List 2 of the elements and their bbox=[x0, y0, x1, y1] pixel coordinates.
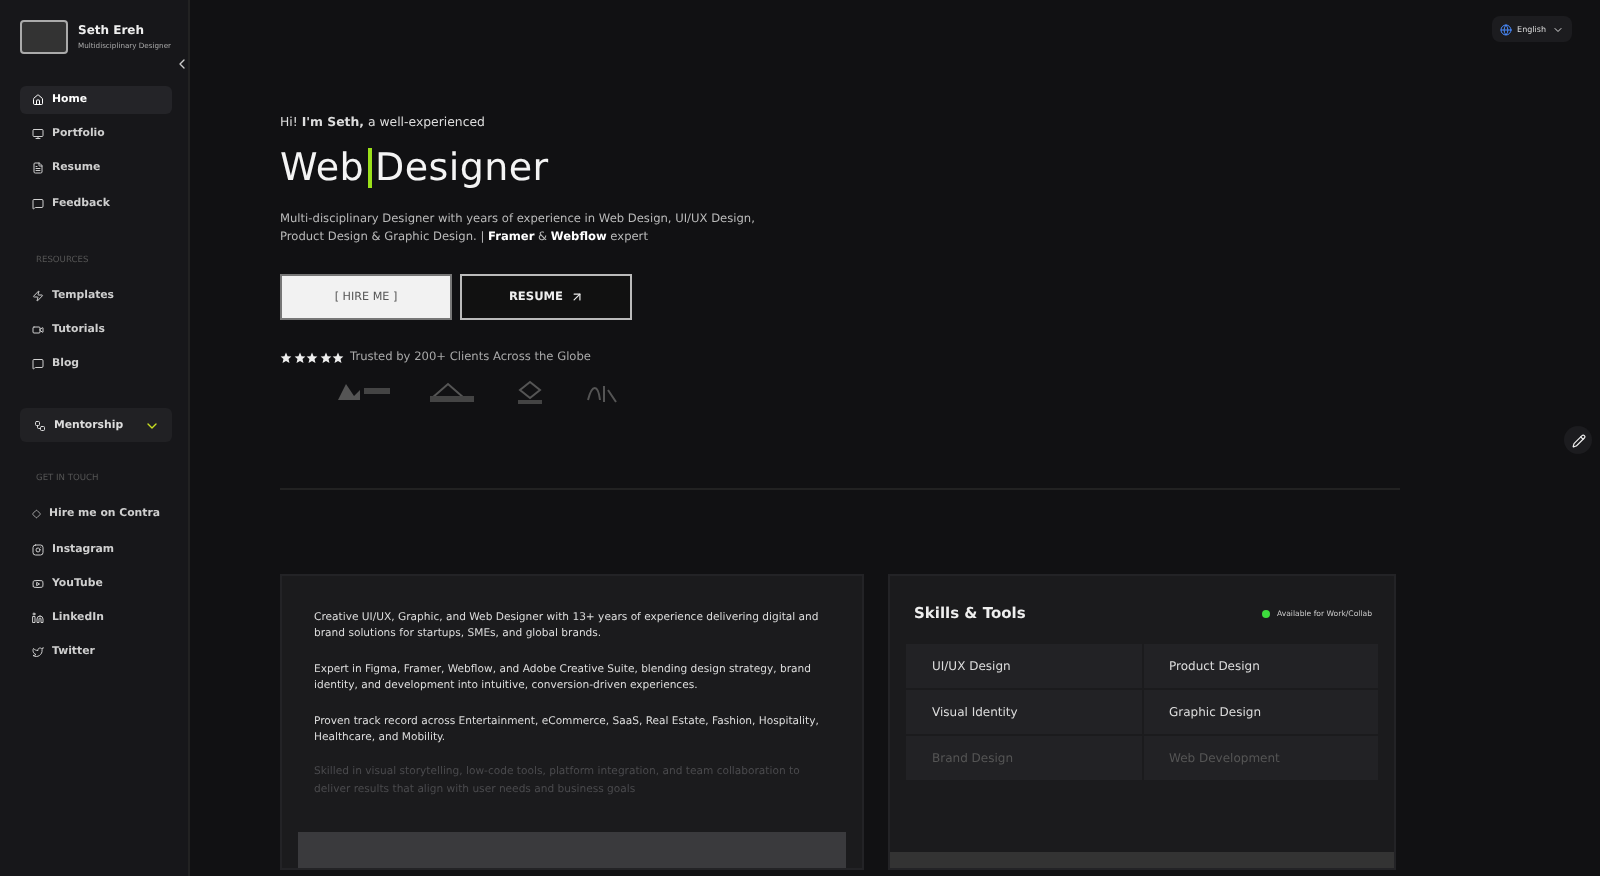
hero-title: Designer bbox=[375, 146, 549, 190]
hero-title: Web bbox=[280, 146, 365, 190]
